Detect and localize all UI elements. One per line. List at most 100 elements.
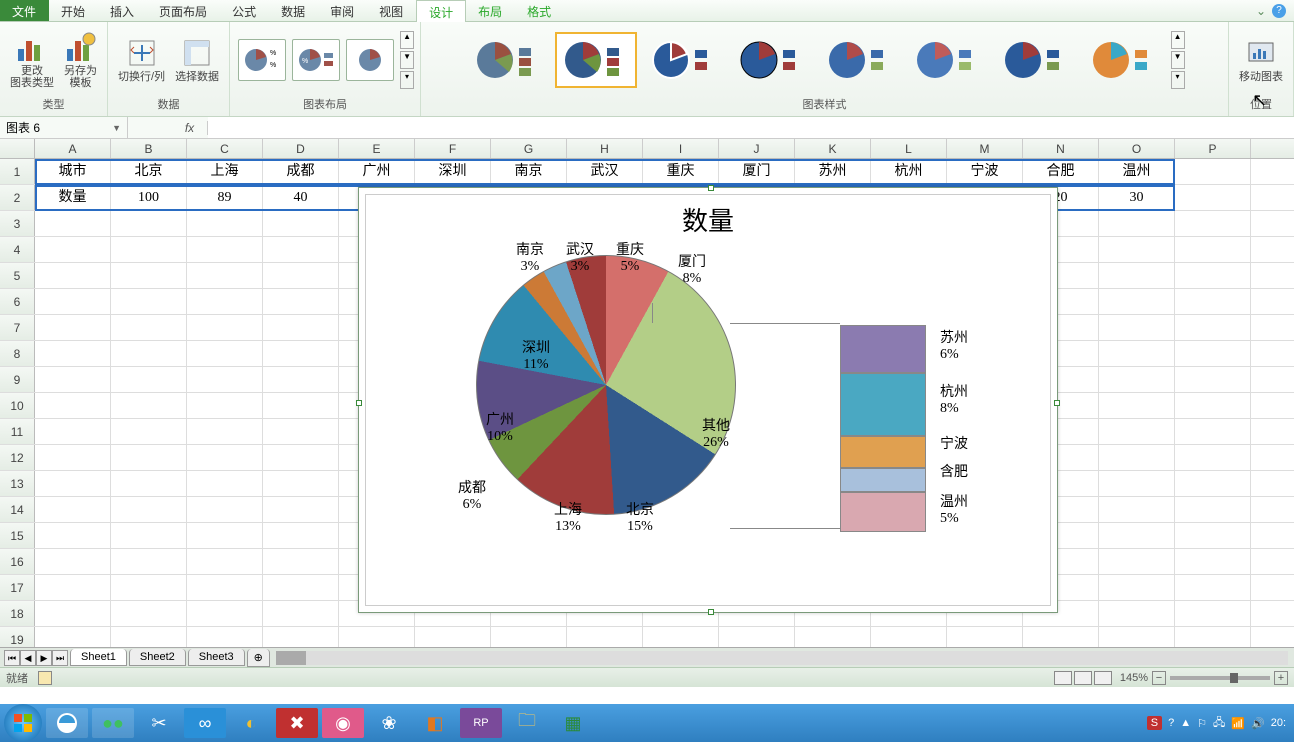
taskbar-app-wechat[interactable]: ●● <box>92 708 134 738</box>
cell-B5[interactable] <box>111 263 187 288</box>
cell-D5[interactable] <box>263 263 339 288</box>
chart-style-7[interactable] <box>995 32 1077 88</box>
style-gallery-more[interactable]: ▾ <box>1171 71 1185 89</box>
col-header-G[interactable]: G <box>491 139 567 158</box>
chart-layout-1[interactable]: %% <box>238 39 286 81</box>
chart-layout-2[interactable]: % <box>292 39 340 81</box>
chart-layout-3[interactable] <box>346 39 394 81</box>
cell-O14[interactable] <box>1099 497 1175 522</box>
taskbar-app-snip[interactable]: ✂ <box>138 708 180 738</box>
cell-P10[interactable] <box>1175 393 1251 418</box>
sheet-nav-prev[interactable]: ◀ <box>20 650 36 666</box>
cell-P11[interactable] <box>1175 419 1251 444</box>
cell-G1[interactable]: 南京 <box>491 159 567 184</box>
chart-style-1[interactable] <box>467 32 549 88</box>
cell-O4[interactable] <box>1099 237 1175 262</box>
cell-P15[interactable] <box>1175 523 1251 548</box>
col-header-A[interactable]: A <box>35 139 111 158</box>
cell-C5[interactable] <box>187 263 263 288</box>
cell-A19[interactable] <box>35 627 111 647</box>
cell-B16[interactable] <box>111 549 187 574</box>
row-header-4[interactable]: 4 <box>0 237 35 262</box>
cell-A10[interactable] <box>35 393 111 418</box>
col-header-P[interactable]: P <box>1175 139 1251 158</box>
cell-P18[interactable] <box>1175 601 1251 626</box>
cell-P12[interactable] <box>1175 445 1251 470</box>
chart-style-2[interactable] <box>555 32 637 88</box>
cell-J19[interactable] <box>719 627 795 647</box>
cell-H19[interactable] <box>567 627 643 647</box>
cell-O10[interactable] <box>1099 393 1175 418</box>
move-chart-button[interactable]: 移动图表 <box>1235 35 1287 85</box>
col-header-F[interactable]: F <box>415 139 491 158</box>
pie-data-label[interactable]: 其他26% <box>702 419 730 451</box>
row-header-17[interactable]: 17 <box>0 575 35 600</box>
bar-segment[interactable] <box>840 492 926 532</box>
cell-A1[interactable]: 城市 <box>35 159 111 184</box>
taskbar-app-cloud[interactable]: ∞ <box>184 708 226 738</box>
cell-E1[interactable]: 广州 <box>339 159 415 184</box>
row-header-10[interactable]: 10 <box>0 393 35 418</box>
cell-D14[interactable] <box>263 497 339 522</box>
cell-I19[interactable] <box>643 627 719 647</box>
cell-A9[interactable] <box>35 367 111 392</box>
col-header-I[interactable]: I <box>643 139 719 158</box>
cell-P5[interactable] <box>1175 263 1251 288</box>
cell-D13[interactable] <box>263 471 339 496</box>
zoom-out[interactable]: − <box>1152 671 1166 685</box>
cell-C11[interactable] <box>187 419 263 444</box>
zoom-in[interactable]: + <box>1274 671 1288 685</box>
cell-D12[interactable] <box>263 445 339 470</box>
cell-G19[interactable] <box>491 627 567 647</box>
sheet-tab-3[interactable]: Sheet3 <box>188 649 245 666</box>
cell-O2[interactable]: 30 <box>1099 185 1175 210</box>
cell-O17[interactable] <box>1099 575 1175 600</box>
cell-B1[interactable]: 北京 <box>111 159 187 184</box>
cell-L1[interactable]: 杭州 <box>871 159 947 184</box>
tab-review[interactable]: 审阅 <box>318 0 367 21</box>
cell-A8[interactable] <box>35 341 111 366</box>
sheet-nav-next[interactable]: ▶ <box>36 650 52 666</box>
cell-D8[interactable] <box>263 341 339 366</box>
row-header-8[interactable]: 8 <box>0 341 35 366</box>
bar-segment[interactable] <box>840 436 926 468</box>
cell-A3[interactable] <box>35 211 111 236</box>
col-header-E[interactable]: E <box>339 139 415 158</box>
chart-style-3[interactable] <box>643 32 725 88</box>
zoom-level[interactable]: 145% <box>1120 672 1148 684</box>
cell-F19[interactable] <box>415 627 491 647</box>
cell-H1[interactable]: 武汉 <box>567 159 643 184</box>
cell-A13[interactable] <box>35 471 111 496</box>
cell-O1[interactable]: 温州 <box>1099 159 1175 184</box>
minimize-ribbon-icon[interactable]: ⌄ <box>1256 4 1266 18</box>
row-header-2[interactable]: 2 <box>0 185 35 210</box>
cell-P3[interactable] <box>1175 211 1251 236</box>
sheet-tab-new[interactable]: ⊕ <box>247 649 270 667</box>
row-header-14[interactable]: 14 <box>0 497 35 522</box>
chart-title[interactable]: 数量 <box>366 195 1050 244</box>
select-all-corner[interactable] <box>0 139 35 158</box>
cell-C18[interactable] <box>187 601 263 626</box>
cell-A14[interactable] <box>35 497 111 522</box>
cell-A17[interactable] <box>35 575 111 600</box>
cell-B19[interactable] <box>111 627 187 647</box>
cell-C10[interactable] <box>187 393 263 418</box>
cell-K19[interactable] <box>795 627 871 647</box>
cell-F1[interactable]: 深圳 <box>415 159 491 184</box>
cell-A12[interactable] <box>35 445 111 470</box>
cell-C8[interactable] <box>187 341 263 366</box>
pie-data-label[interactable]: 上海13% <box>554 503 582 535</box>
taskbar-app-xmind[interactable]: ✖ <box>276 708 318 738</box>
sheet-nav-first[interactable]: ⏮ <box>4 650 20 666</box>
cell-O19[interactable] <box>1099 627 1175 647</box>
taskbar-app-excel[interactable]: ▦ <box>552 708 594 738</box>
sheet-tab-2[interactable]: Sheet2 <box>129 649 186 666</box>
cell-D15[interactable] <box>263 523 339 548</box>
resize-handle-e[interactable] <box>1054 400 1060 406</box>
cell-P2[interactable] <box>1175 185 1251 210</box>
cell-C4[interactable] <box>187 237 263 262</box>
tab-view[interactable]: 视图 <box>367 0 416 21</box>
tray-flag-icon[interactable]: ⚐ <box>1197 717 1207 730</box>
style-gallery-down[interactable]: ▼ <box>1171 51 1185 69</box>
col-header-J[interactable]: J <box>719 139 795 158</box>
